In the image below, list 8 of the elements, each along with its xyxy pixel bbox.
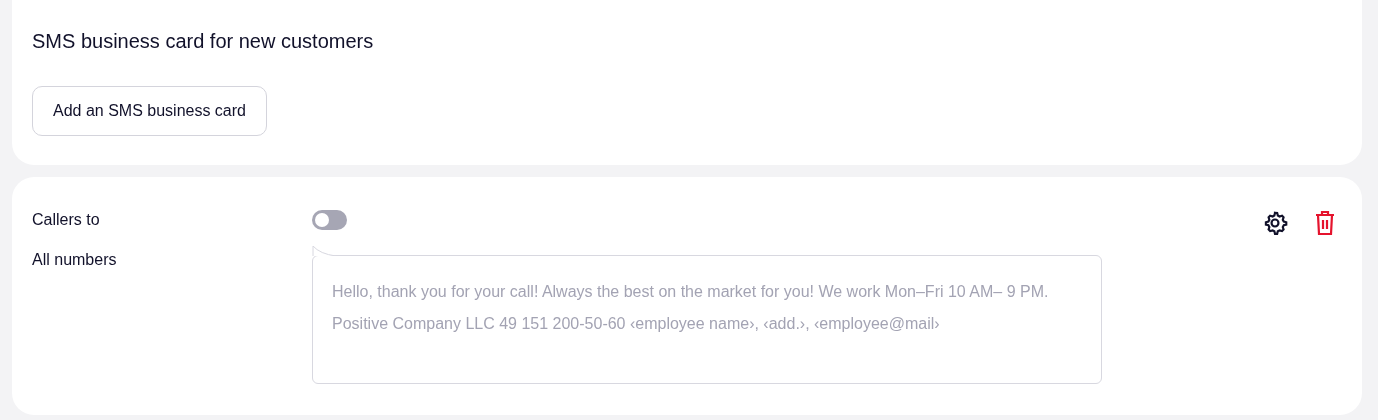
- numbers-label: All numbers: [32, 250, 118, 270]
- callers-label: Callers to: [32, 210, 101, 230]
- message-field[interactable]: Hello, thank you for your call! Always the best on the market for you! We work Mon–Fri 10 AM– 9 PM. Positive Company LLC 49 151 200-50-60 ‹employee name›, ‹add.›, ‹employee@mail›: [312, 255, 1102, 384]
- settings-icon[interactable]: [1262, 210, 1288, 236]
- add-button[interactable]: Add an SMS business card: [32, 86, 267, 136]
- toggle-switch[interactable]: [312, 210, 347, 230]
- section-title: SMS business card for new customers: [32, 29, 375, 54]
- trash-icon[interactable]: [1314, 210, 1336, 236]
